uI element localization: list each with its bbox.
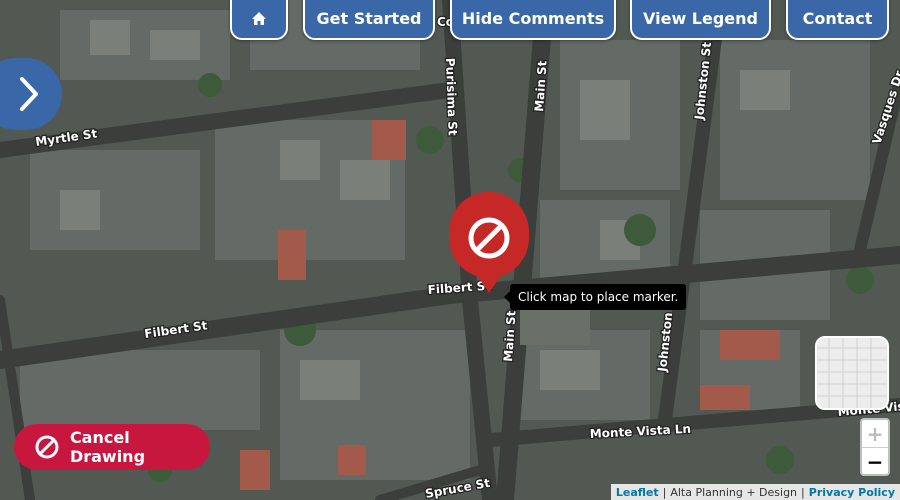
home-button[interactable] bbox=[230, 0, 288, 40]
home-icon bbox=[252, 11, 266, 25]
attribution-separator: | bbox=[801, 485, 805, 499]
street-label-purisima: Purisima St bbox=[443, 58, 460, 136]
get-started-button[interactable]: Get Started bbox=[303, 0, 435, 40]
minimap[interactable] bbox=[815, 336, 889, 410]
cancel-drawing-label: Cancel Drawing bbox=[69, 428, 146, 466]
privacy-policy-link[interactable]: Privacy Policy bbox=[809, 486, 895, 499]
map-attribution: Leaflet | Alta Planning + Design | Priva… bbox=[610, 484, 900, 500]
drawing-tooltip: Click map to place marker. bbox=[503, 284, 687, 310]
attribution-credit: Alta Planning + Design bbox=[670, 485, 798, 499]
leaflet-link[interactable]: Leaflet bbox=[616, 486, 659, 499]
view-legend-button[interactable]: View Legend bbox=[630, 0, 771, 40]
cancel-drawing-button[interactable]: Cancel Drawing bbox=[14, 424, 210, 470]
zoom-control: + − bbox=[860, 418, 890, 476]
attribution-separator: | bbox=[662, 485, 667, 499]
zoom-in-button[interactable]: + bbox=[862, 420, 888, 448]
zoom-out-button[interactable]: − bbox=[862, 448, 888, 475]
hide-comments-button[interactable]: Hide Comments bbox=[450, 0, 616, 40]
contact-button[interactable]: Contact bbox=[786, 0, 889, 40]
chevron-right-icon bbox=[20, 77, 38, 111]
no-entry-icon bbox=[35, 435, 59, 459]
